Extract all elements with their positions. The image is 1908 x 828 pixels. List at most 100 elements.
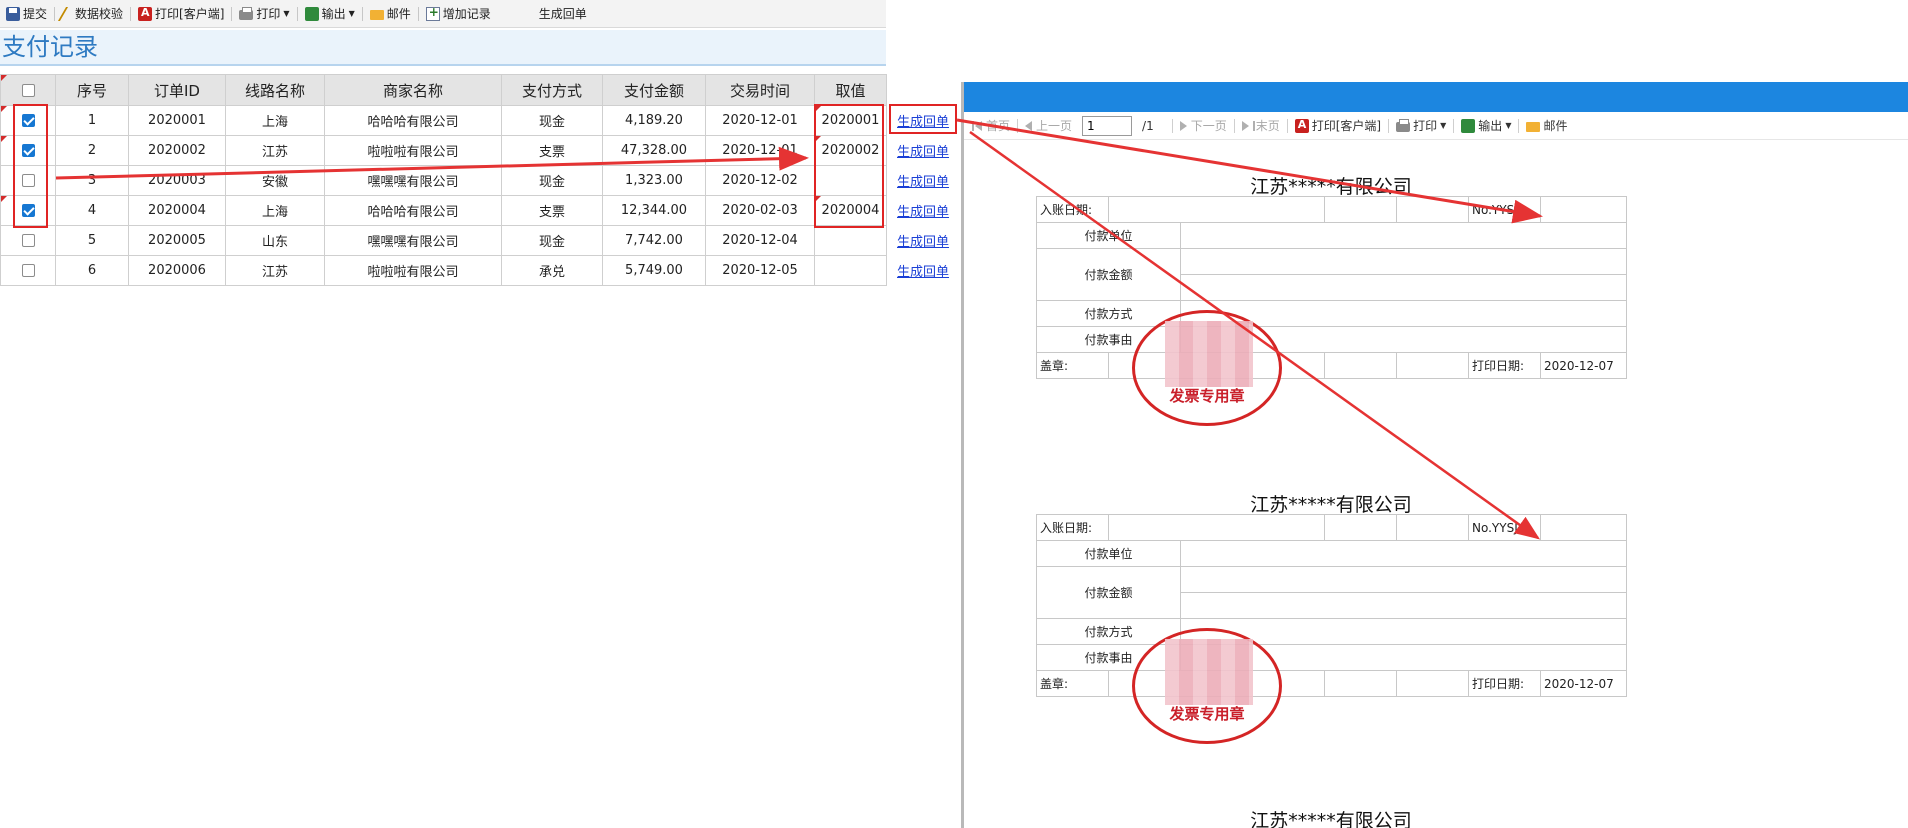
- submit-button[interactable]: 提交: [2, 3, 51, 25]
- preview-export-button[interactable]: 输出 ▼: [1457, 117, 1515, 134]
- pay-method-cell: 支票: [501, 135, 603, 166]
- time-cell: 2020-12-01: [705, 135, 815, 166]
- generate-receipt-link[interactable]: 生成回单: [897, 145, 949, 160]
- merchant-cell: 哈哈哈有限公司: [324, 195, 502, 226]
- page-number-input[interactable]: [1082, 115, 1133, 136]
- action-cell: 生成回单: [886, 195, 957, 226]
- next-page-icon: [1179, 120, 1187, 131]
- receipt-preview-panel: 首页 上一页 /1 下一页 末页 打印[客户端] 打印▼ 输出▼ 邮件 江苏**…: [961, 82, 1908, 828]
- amount-cell: 5,749.00: [602, 255, 706, 286]
- toolbar-divider: [1388, 118, 1390, 133]
- time-cell: 2020-12-01: [705, 105, 815, 136]
- row-checkbox[interactable]: [21, 234, 35, 247]
- order-id-cell: 2020003: [128, 165, 226, 196]
- seq-cell: 5: [55, 225, 129, 256]
- stamp-text: 发票专用章: [1169, 705, 1245, 723]
- export-icon: [1461, 118, 1476, 133]
- row-checkbox[interactable]: [21, 264, 35, 277]
- last-page-button[interactable]: 末页: [1238, 117, 1284, 134]
- export-button[interactable]: 输出 ▼: [301, 3, 359, 25]
- receipt-no-label: No.YYSJ: [1468, 514, 1541, 541]
- preview-toolbar: 首页 上一页 /1 下一页 末页 打印[客户端] 打印▼ 输出▼ 邮件: [964, 112, 1908, 140]
- col-header-merchant: 商家名称: [324, 74, 502, 106]
- stamp-redacted-area: [1165, 321, 1253, 387]
- col-header-seq: 序号: [55, 74, 129, 106]
- toolbar-divider: [231, 6, 233, 21]
- col-header-time: 交易时间: [705, 74, 815, 106]
- toolbar-divider: [1017, 118, 1019, 133]
- pdf-print-icon: [138, 6, 153, 21]
- mail-button[interactable]: 邮件: [366, 3, 415, 25]
- row-select-cell: [0, 255, 56, 286]
- preview-mail-button[interactable]: 邮件: [1522, 117, 1571, 134]
- time-cell: 2020-12-04: [705, 225, 815, 256]
- chevron-down-icon: ▼: [348, 9, 355, 18]
- toolbar-divider: [130, 6, 132, 21]
- receipt-table: 入账日期: No.YYSJ 付款单位 付款金额 付款方式 付款事由 盖章: 打印…: [1036, 514, 1627, 697]
- prev-page-icon: [1025, 120, 1033, 131]
- first-page-button[interactable]: 首页: [968, 117, 1014, 134]
- route-cell: 上海: [225, 195, 325, 226]
- action-cell: 生成回单: [886, 135, 957, 166]
- table-header-row: 序号 订单ID 线路名称 商家名称 支付方式 支付金额 交易时间 取值: [0, 74, 957, 106]
- merchant-cell: 嘿嘿嘿有限公司: [324, 165, 502, 196]
- payer-label: 付款单位: [1036, 222, 1181, 249]
- toolbar-divider: [54, 6, 56, 21]
- generate-receipt-link[interactable]: 生成回单: [897, 265, 949, 280]
- last-page-icon: [1241, 120, 1249, 131]
- seal-label: 盖章:: [1036, 352, 1109, 379]
- page-total-label: /1: [1142, 118, 1154, 133]
- amount-cell: 47,328.00: [602, 135, 706, 166]
- select-all-checkbox[interactable]: [21, 84, 35, 97]
- toolbar-divider: [1171, 118, 1173, 133]
- chevron-down-icon: ▼: [1505, 121, 1512, 130]
- merchant-cell: 啦啦啦有限公司: [324, 255, 502, 286]
- action-cell: 生成回单: [886, 225, 957, 256]
- order-id-cell: 2020005: [128, 225, 226, 256]
- table-row: 6 2020006 江苏 啦啦啦有限公司 承兑 5,749.00 2020-12…: [0, 255, 957, 286]
- seq-cell: 1: [55, 105, 129, 136]
- col-header-amount: 支付金额: [602, 74, 706, 106]
- pay-method-cell: 支票: [501, 195, 603, 226]
- pay-method-cell: 现金: [501, 225, 603, 256]
- checkbox-highlight-box: [13, 104, 48, 228]
- action-cell: 生成回单: [886, 165, 957, 196]
- amount-cell: 12,344.00: [602, 195, 706, 226]
- pdf-print-icon: [1294, 118, 1309, 133]
- route-cell: 上海: [225, 105, 325, 136]
- seq-cell: 3: [55, 165, 129, 196]
- print-button[interactable]: 打印 ▼: [235, 3, 293, 25]
- value-cell: [814, 255, 887, 286]
- amount-cell: 4,189.20: [602, 105, 706, 136]
- merchant-cell: 哈哈哈有限公司: [324, 105, 502, 136]
- print-client-button[interactable]: 打印[客户端]: [134, 3, 228, 25]
- print-date-label: 打印日期:: [1468, 352, 1541, 379]
- payer-label: 付款单位: [1036, 540, 1181, 567]
- preview-print-client-button[interactable]: 打印[客户端]: [1291, 117, 1385, 134]
- merchant-cell: 嘿嘿嘿有限公司: [324, 225, 502, 256]
- seal-label: 盖章:: [1036, 670, 1109, 697]
- generate-receipt-link[interactable]: 生成回单: [897, 235, 949, 250]
- validate-button[interactable]: 数据校验: [57, 3, 127, 25]
- toolbar-divider: [296, 6, 298, 21]
- prev-page-button[interactable]: 上一页: [1021, 117, 1076, 134]
- generate-link-highlight-box: [889, 104, 957, 134]
- next-page-button[interactable]: 下一页: [1176, 117, 1231, 134]
- col-header-pay-method: 支付方式: [501, 74, 603, 106]
- add-record-button[interactable]: 增加记录: [422, 3, 495, 25]
- amount-cell: 1,323.00: [602, 165, 706, 196]
- preview-print-button[interactable]: 打印 ▼: [1392, 117, 1450, 134]
- col-header-value: 取值: [814, 74, 887, 106]
- generate-receipt-button[interactable]: 生成回单: [535, 3, 591, 25]
- generate-receipt-link[interactable]: 生成回单: [897, 175, 949, 190]
- time-cell: 2020-02-03: [705, 195, 815, 226]
- generate-receipt-link[interactable]: 生成回单: [897, 205, 949, 220]
- receipt-no-label: No.YYSJ: [1468, 196, 1541, 223]
- route-cell: 江苏: [225, 255, 325, 286]
- preview-titlebar: [964, 82, 1908, 112]
- order-id-cell: 2020001: [128, 105, 226, 136]
- toolbar-divider: [417, 6, 419, 21]
- print-date-value: 2020-12-07: [1540, 670, 1627, 697]
- pay-method-cell: 现金: [501, 105, 603, 136]
- col-header-route: 线路名称: [225, 74, 325, 106]
